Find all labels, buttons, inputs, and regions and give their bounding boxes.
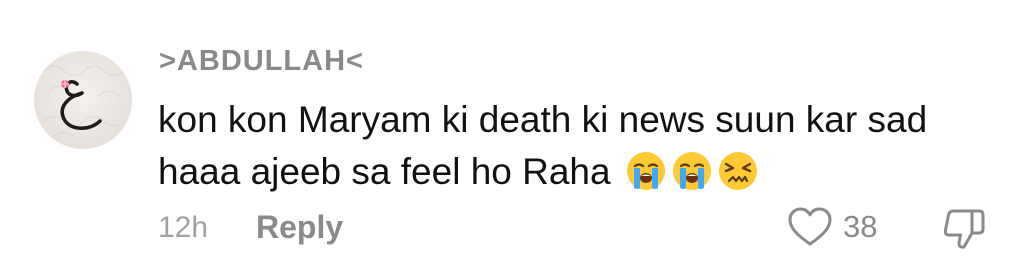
comment-text-line-2: haaa ajeeb sa feel ho Raha bbox=[158, 146, 998, 198]
comment-username[interactable]: >ABDULLAH< bbox=[159, 45, 364, 78]
loudly-crying-face-icon bbox=[625, 150, 667, 192]
like-button[interactable]: 38 bbox=[787, 206, 877, 248]
heart-outline-icon bbox=[788, 207, 832, 246]
tired-face-icon bbox=[717, 150, 759, 192]
dislike-button[interactable] bbox=[941, 206, 987, 252]
comment-text-line-2-text: haaa ajeeb sa feel ho Raha bbox=[158, 151, 611, 192]
loudly-crying-face-icon bbox=[671, 150, 713, 192]
avatar[interactable] bbox=[34, 51, 132, 149]
comment-item: >ABDULLAH< kon kon Maryam ki death ki ne… bbox=[0, 0, 1024, 268]
reply-button[interactable]: Reply bbox=[256, 209, 343, 246]
like-count: 38 bbox=[843, 209, 878, 244]
thumbs-down-outline-icon bbox=[943, 209, 985, 249]
comment-timestamp: 12h bbox=[158, 211, 209, 244]
comment-text-line-1: kon kon Maryam ki death ki news suun kar… bbox=[158, 99, 928, 140]
comment-text: kon kon Maryam ki death ki news suun kar… bbox=[158, 94, 998, 198]
avatar-image-icon bbox=[43, 65, 125, 137]
